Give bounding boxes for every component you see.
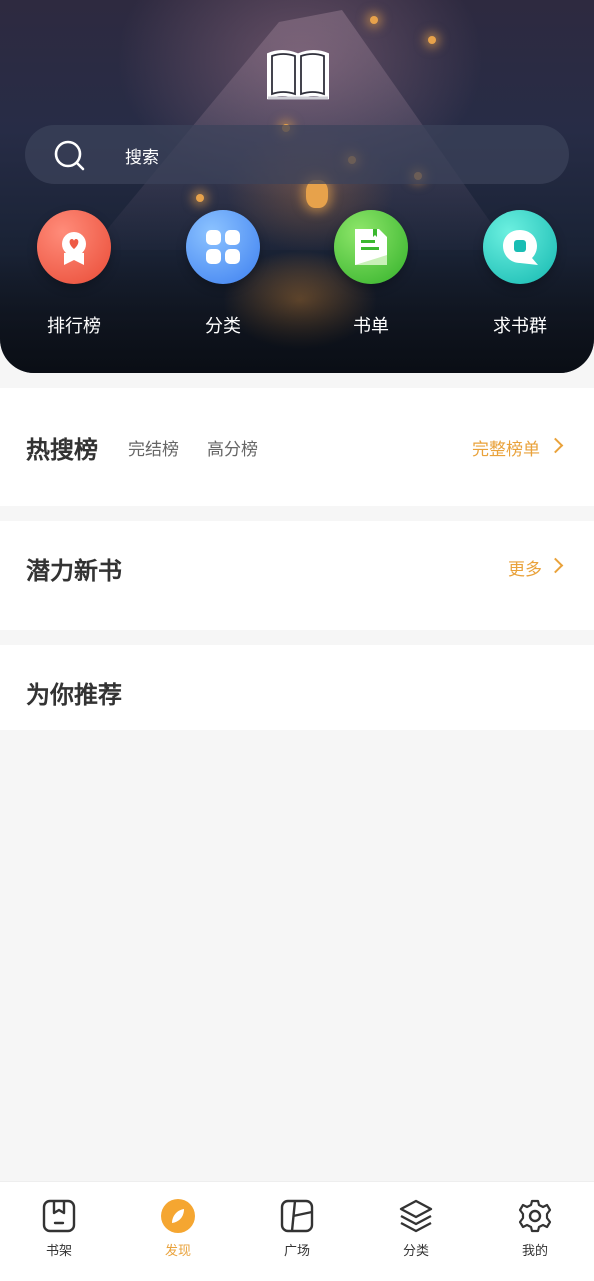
potential-books-card: 潜力新书 更多 [0,521,594,630]
lantern-decoration [306,180,328,208]
lantern-decoration [196,194,204,202]
compass-icon [161,1199,195,1233]
booklist-icon [334,210,408,284]
tab-square[interactable]: 广场 [257,1198,337,1259]
square-icon [280,1199,314,1233]
tab-completed[interactable]: 完结榜 [128,435,179,460]
recommend-card: 为你推荐 [0,645,594,730]
book-logo-icon [267,50,329,100]
ranking-badge-icon [37,210,111,284]
quick-entry-request-group[interactable]: 求书群 [472,210,568,338]
tab-label: 广场 [283,1244,310,1259]
tab-discover[interactable]: 发现 [138,1198,218,1259]
quick-entry-label: 排行榜 [47,316,101,337]
bookshelf-icon [42,1199,76,1233]
section-title: 为你推荐 [26,681,122,709]
tab-bookshelf[interactable]: 书架 [19,1198,99,1259]
quick-entry-booklist[interactable]: 书单 [323,210,419,338]
search-icon [54,140,85,171]
chevron-right-icon [547,437,564,454]
quick-entry-label: 书单 [353,316,389,337]
chevron-right-icon [547,557,564,574]
chat-bubble-icon [483,210,557,284]
quick-entry-label: 求书群 [493,316,547,337]
gear-icon [518,1199,552,1233]
lantern-decoration [370,16,378,24]
ranking-card: 热搜榜 完结榜 高分榜 完整榜单 [0,388,594,506]
tab-label: 分类 [402,1244,429,1259]
tab-mine[interactable]: 我的 [495,1198,575,1259]
lantern-decoration [428,36,436,44]
hero-banner: 搜索 排行榜 分类 书单 求书群 [0,0,594,373]
bottom-tab-bar: 书架 发现 广场 分类 我的 [0,1181,594,1281]
tab-high-score[interactable]: 高分榜 [207,435,258,460]
search-placeholder: 搜索 [125,148,159,168]
category-grid-icon [186,210,260,284]
full-ranking-link[interactable]: 完整榜单 [472,435,540,460]
tab-label: 我的 [521,1244,548,1259]
more-link[interactable]: 更多 [508,555,542,580]
search-bar[interactable]: 搜索 [25,125,569,184]
section-title: 潜力新书 [26,557,122,585]
tab-label: 发现 [164,1244,191,1259]
tab-category[interactable]: 分类 [376,1198,456,1259]
layers-icon [399,1199,433,1233]
tab-hot-search[interactable]: 热搜榜 [26,430,98,465]
quick-entry-category[interactable]: 分类 [175,210,271,338]
quick-entry-ranking[interactable]: 排行榜 [26,210,122,338]
quick-entry-label: 分类 [205,316,241,337]
tab-label: 书架 [45,1244,72,1259]
